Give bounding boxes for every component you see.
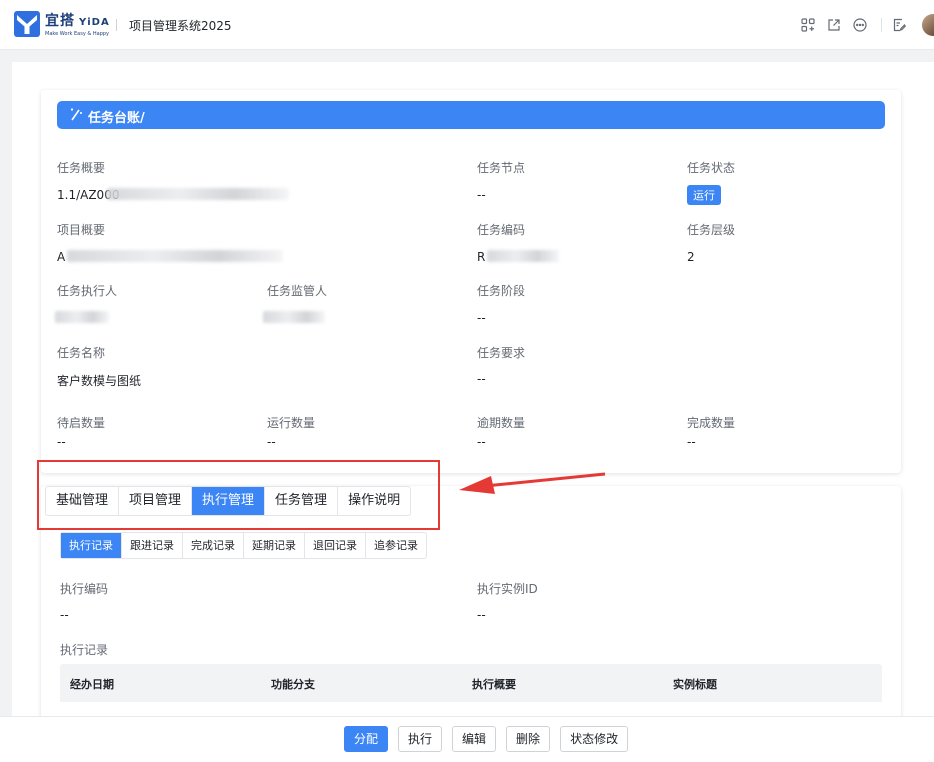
exec-records-label: 执行记录 xyxy=(60,643,109,657)
overdue-count-value: -- xyxy=(477,435,486,449)
edit-button[interactable]: 编辑 xyxy=(452,726,497,752)
delete-button[interactable]: 删除 xyxy=(506,726,551,752)
task-level-label: 任务层级 xyxy=(687,223,736,237)
annotation-arrow-icon xyxy=(459,472,606,494)
avatar[interactable] xyxy=(922,14,934,36)
subtab-return-records[interactable]: 退回记录 xyxy=(305,533,366,558)
exec-instance-value: -- xyxy=(477,608,486,622)
redacted-task-supervisor xyxy=(263,311,325,323)
top-bar: 宜搭 YiDA Make Work Easy & Happy 项目管理系统2025 xyxy=(0,0,934,50)
task-executor-label: 任务执行人 xyxy=(57,284,118,298)
task-node-value: -- xyxy=(477,188,486,202)
redacted-task-summary xyxy=(107,188,289,200)
status-change-button[interactable]: 状态修改 xyxy=(560,726,629,752)
subtab-execution-records[interactable]: 执行记录 xyxy=(61,533,122,558)
task-stage-value: -- xyxy=(477,311,486,325)
status-badge: 运行 xyxy=(687,185,721,205)
subtab-completion-records[interactable]: 完成记录 xyxy=(183,533,244,558)
column-header[interactable]: 功能分支 xyxy=(271,676,315,692)
task-requirement-value: -- xyxy=(477,372,486,386)
subtab-followup-records[interactable]: 跟进记录 xyxy=(122,533,183,558)
brand-cn: 宜搭 xyxy=(45,13,75,29)
magic-wand-icon xyxy=(71,108,82,121)
running-count-label: 运行数量 xyxy=(267,416,316,430)
exec-instance-label: 执行实例ID xyxy=(477,582,538,596)
brand-slogan: Make Work Easy & Happy xyxy=(45,31,110,37)
task-name-label: 任务名称 xyxy=(57,346,106,360)
task-stage-label: 任务阶段 xyxy=(477,284,526,298)
edit-icon[interactable] xyxy=(890,16,908,34)
overdue-count-label: 逾期数量 xyxy=(477,416,526,430)
ledger-title: 任务台账/ xyxy=(88,111,145,126)
task-level-value: 2 xyxy=(687,250,695,264)
completed-count-value: -- xyxy=(687,435,696,449)
pending-count-label: 待启数量 xyxy=(57,416,106,430)
subtab-tracking-records[interactable]: 追参记录 xyxy=(366,533,426,558)
task-code-label: 任务编码 xyxy=(477,223,526,237)
sub-tabs: 执行记录 跟进记录 完成记录 延期记录 退回记录 追参记录 xyxy=(60,532,427,559)
more-icon[interactable] xyxy=(851,16,869,34)
exec-code-value: -- xyxy=(60,608,69,622)
task-code-value: R xyxy=(477,250,486,264)
column-header[interactable]: 经办日期 xyxy=(70,676,114,692)
brand-en: YiDA xyxy=(79,17,110,28)
completed-count-label: 完成数量 xyxy=(687,416,736,430)
redacted-task-executor xyxy=(55,311,109,323)
ledger-header: 任务台账/ xyxy=(57,101,885,129)
annotation-highlight-box xyxy=(37,460,440,530)
task-summary-label: 任务概要 xyxy=(57,161,106,175)
project-summary-value: A xyxy=(57,250,66,264)
project-summary-label: 项目概要 xyxy=(57,223,106,237)
column-header[interactable]: 实例标题 xyxy=(673,676,717,692)
subtab-delay-records[interactable]: 延期记录 xyxy=(244,533,305,558)
app-title[interactable]: 项目管理系统2025 xyxy=(129,17,232,34)
header-divider xyxy=(116,19,117,31)
redacted-task-code xyxy=(487,250,559,262)
execute-button[interactable]: 执行 xyxy=(398,726,443,752)
icon-divider xyxy=(881,18,882,32)
exec-code-label: 执行编码 xyxy=(60,582,109,596)
task-node-label: 任务节点 xyxy=(477,161,526,175)
running-count-value: -- xyxy=(267,435,276,449)
brand: 宜搭 YiDA Make Work Easy & Happy xyxy=(45,10,110,37)
column-header[interactable]: 执行概要 xyxy=(472,676,516,692)
share-icon[interactable] xyxy=(825,16,843,34)
task-name-value: 客户数模与图纸 xyxy=(57,374,142,388)
top-icons xyxy=(791,14,934,36)
task-status-label: 任务状态 xyxy=(687,161,736,175)
yida-logo-icon xyxy=(14,11,40,37)
redacted-project-summary xyxy=(67,250,283,262)
task-requirement-label: 任务要求 xyxy=(477,346,526,360)
pending-count-value: -- xyxy=(57,435,66,449)
task-ledger-card: 任务台账/ 任务概要 1.1/AZ000 任务节点 -- 任务状态 运行 项目概… xyxy=(41,90,901,473)
task-supervisor-label: 任务监管人 xyxy=(267,284,328,298)
apps-icon[interactable] xyxy=(799,16,817,34)
records-table-header: 经办日期 功能分支 执行概要 实例标题 xyxy=(60,664,882,702)
assign-button[interactable]: 分配 xyxy=(344,726,389,752)
action-bar: 分配 执行 编辑 删除 状态修改 xyxy=(0,716,934,762)
